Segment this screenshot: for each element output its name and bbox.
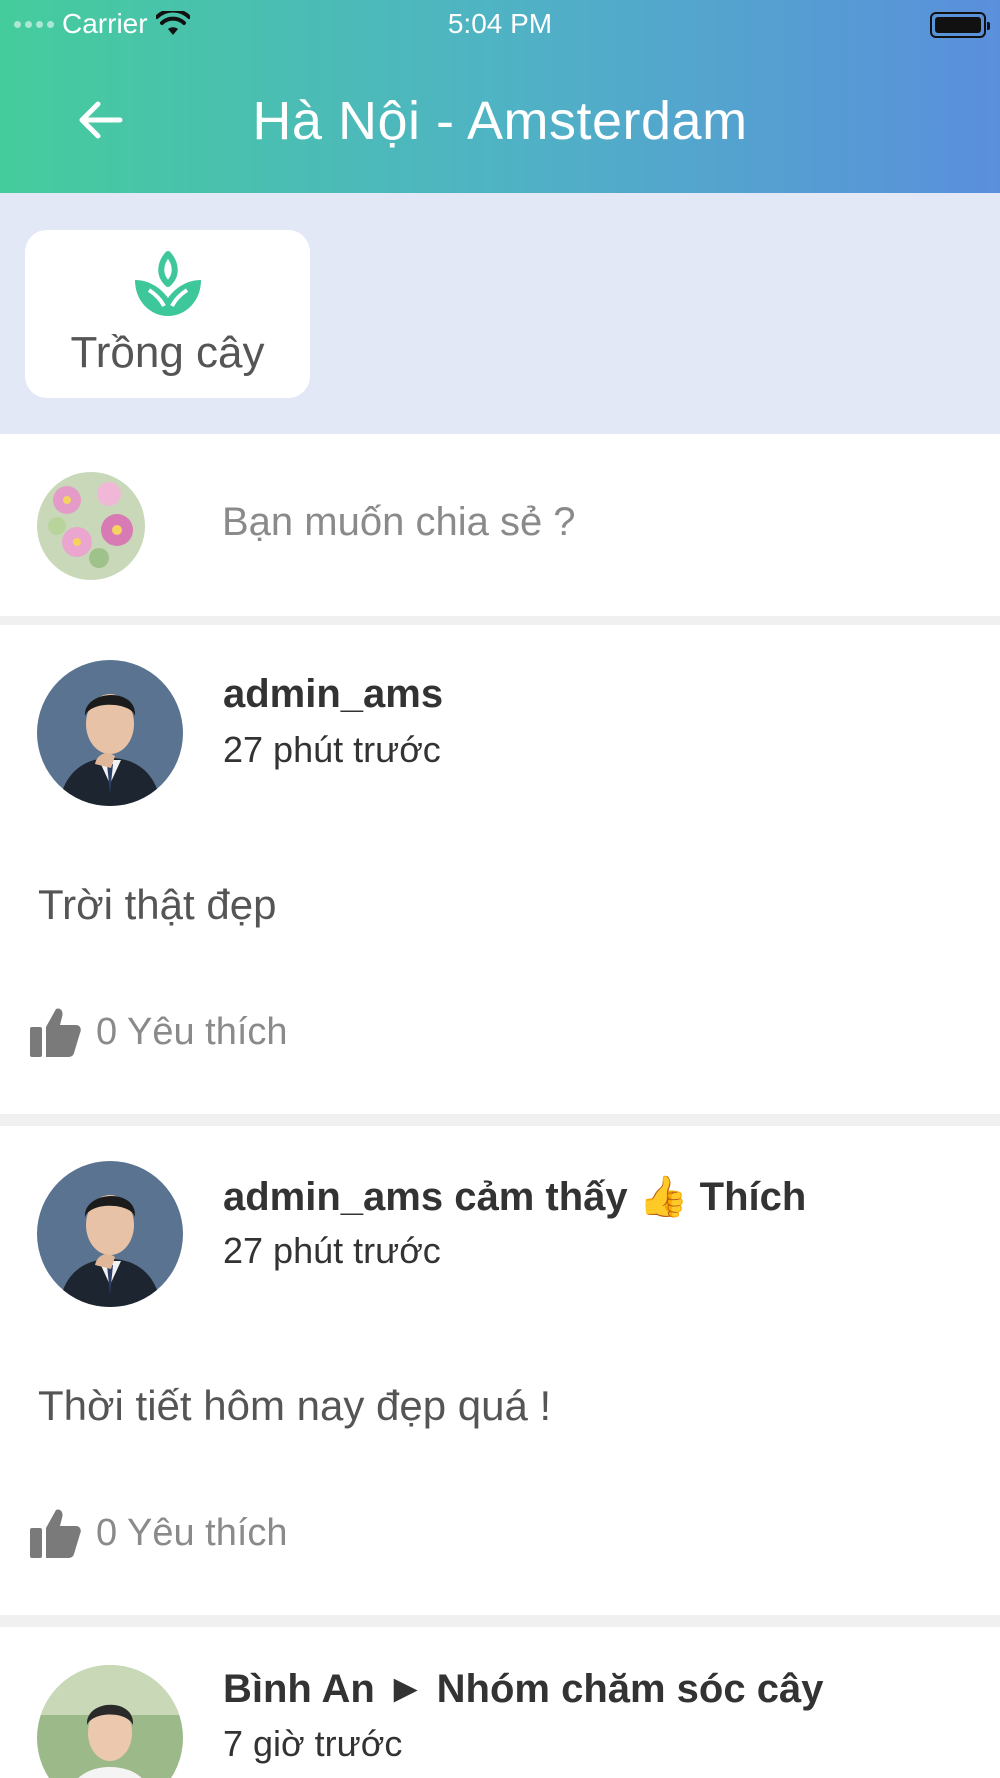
plant-icon bbox=[135, 251, 201, 316]
status-bar: Carrier 5:04 PM bbox=[0, 0, 1000, 48]
avatar[interactable] bbox=[37, 660, 183, 806]
category-label: Trồng cây bbox=[70, 328, 265, 377]
composer[interactable]: Bạn muốn chia sẻ ? bbox=[0, 434, 1000, 616]
author-photo bbox=[37, 660, 183, 806]
post-card: Bình An ► Nhóm chăm sóc cây 7 giờ trước bbox=[0, 1627, 1000, 1778]
divider bbox=[0, 1114, 1000, 1126]
page-title: Hà Nội - Amsterdam bbox=[252, 91, 748, 151]
post-content: Trời thật đẹp bbox=[38, 881, 277, 928]
avatar[interactable] bbox=[37, 1665, 183, 1778]
category-card-trong-cay[interactable]: Trồng cây bbox=[25, 230, 310, 398]
post-card: admin_ams cảm thấy 👍 Thích 27 phút trước… bbox=[0, 1126, 1000, 1615]
thumbs-up-icon bbox=[30, 1509, 81, 1558]
like-button[interactable]: 0 Yêu thích bbox=[28, 1005, 288, 1059]
avatar[interactable] bbox=[37, 1161, 183, 1307]
share-prompt[interactable]: Bạn muốn chia sẻ ? bbox=[222, 500, 576, 545]
battery-icon bbox=[930, 12, 990, 38]
status-time: 5:04 PM bbox=[447, 8, 553, 39]
post-author[interactable]: admin_ams cảm thấy 👍 Thích bbox=[223, 1173, 806, 1220]
divider bbox=[0, 1615, 1000, 1627]
post-time: 27 phút trước bbox=[223, 1230, 441, 1271]
category-bar: Trồng cây bbox=[0, 193, 1000, 434]
thumbs-up-icon bbox=[30, 1008, 81, 1057]
avatar bbox=[37, 472, 145, 580]
author-photo bbox=[37, 1161, 183, 1307]
post-card: admin_ams 27 phút trước Trời thật đẹp 0 … bbox=[0, 625, 1000, 1114]
like-count: 0 Yêu thích bbox=[96, 1010, 288, 1053]
divider bbox=[0, 616, 1000, 625]
post-author[interactable]: Bình An ► Nhóm chăm sóc cây bbox=[223, 1667, 823, 1712]
post-time: 7 giờ trước bbox=[223, 1723, 403, 1764]
like-count: 0 Yêu thích bbox=[96, 1511, 288, 1554]
post-time: 27 phút trước bbox=[223, 729, 441, 770]
flower-photo bbox=[37, 472, 145, 580]
like-button[interactable]: 0 Yêu thích bbox=[28, 1506, 288, 1560]
post-content: Thời tiết hôm nay đẹp quá ! bbox=[38, 1382, 552, 1429]
app-header: Carrier 5:04 PM Hà Nội - Amsterdam bbox=[0, 0, 1000, 193]
author-photo bbox=[37, 1665, 183, 1778]
post-author[interactable]: admin_ams bbox=[223, 672, 443, 717]
